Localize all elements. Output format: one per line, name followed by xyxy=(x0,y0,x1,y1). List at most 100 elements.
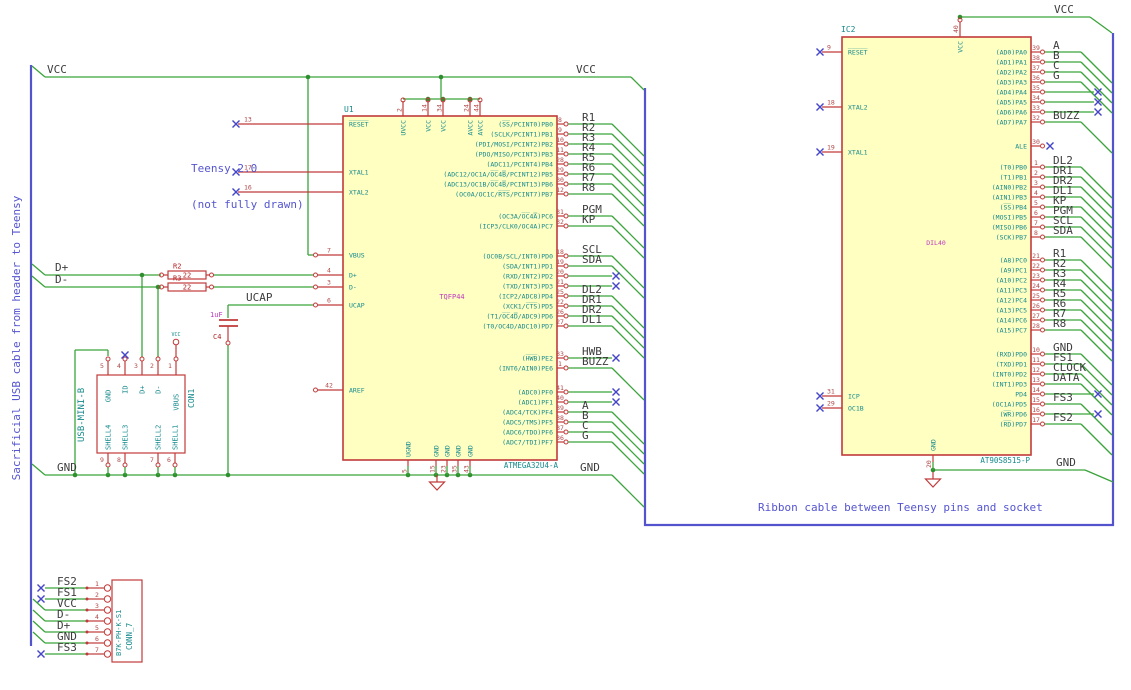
pin-name: (OC0A/OC1C/R̅T̅S̅/PCINT7)PB7 xyxy=(455,189,553,198)
pin-number: 1 xyxy=(95,580,99,588)
pin-number: 26 xyxy=(556,308,564,316)
resistor-value: 22 xyxy=(183,284,191,292)
pin-name: AREF xyxy=(349,386,365,394)
net-label-DL1[interactable]: DL1 xyxy=(582,313,602,326)
pin-name: ICP xyxy=(848,392,860,400)
pin-name: (A9)PC1 xyxy=(1000,266,1027,274)
note-teensy: Teensy 2.0 (not fully drawn) xyxy=(191,139,304,235)
u1-part: ATMEGA32U4-A xyxy=(504,461,559,470)
pin-name: (PDO/MISO/PCINT3)PB3 xyxy=(475,150,553,158)
pin-end-circle xyxy=(563,213,569,219)
pin-name: (PDI/MOSI/PCINT2)PB2 xyxy=(475,140,553,148)
net-label-GND[interactable]: GND xyxy=(1056,456,1076,469)
pin-name: R̅E̅S̅E̅T̅ xyxy=(848,47,868,56)
schematic-drawing[interactable]: U1TQFP44ATMEGA32U4-A13R̅E̅S̅E̅T̅17XTAL11… xyxy=(0,0,1131,690)
usb-ref: CON1 xyxy=(187,389,196,408)
net-label-VCC[interactable]: VCC xyxy=(47,63,67,76)
conn7-ref: CONN_7 xyxy=(125,623,134,650)
pin-end-circle xyxy=(1040,184,1045,190)
pin-name: (ADC5/TMS)PF5 xyxy=(502,418,553,426)
pin-number: 26 xyxy=(1032,302,1040,310)
pin-name: VBUS xyxy=(173,394,181,411)
pin-name: GND xyxy=(105,390,113,403)
gnd-symbol-icon xyxy=(428,481,446,491)
pin-name: (ICP3/CLK0/OC4A)PC7 xyxy=(479,222,553,230)
pin-number: 24 xyxy=(463,104,471,112)
wire xyxy=(611,295,645,329)
net-label-KP[interactable]: KP xyxy=(582,213,596,226)
pin-number: 4 xyxy=(117,362,121,370)
pin-end-circle xyxy=(1040,411,1045,417)
pin-number: 7 xyxy=(327,247,331,255)
pin-name: (XCK1/C̅T̅S̅)PD5 xyxy=(502,301,553,310)
schematic-canvas[interactable]: U1 TQFP44 ATMEGA32U4-A 13 R̅E̅S̅E̅T̅ 17 XTAL1 1… xyxy=(0,0,1131,690)
pin-number: 7 xyxy=(95,646,99,654)
pin-end-circle xyxy=(563,121,569,127)
pin-end-circle xyxy=(1040,307,1045,313)
pin-name: (INT6/AIN0)PE6 xyxy=(498,364,553,372)
pin-name: (A13)PC5 xyxy=(996,306,1027,314)
pin-end-circle xyxy=(563,323,569,329)
pin-end-circle xyxy=(155,462,161,468)
junction-dot xyxy=(438,74,444,80)
net-label-FS2[interactable]: FS2 xyxy=(1053,411,1073,424)
pin-number: 33 xyxy=(556,350,564,358)
pin-end-circle xyxy=(1040,49,1045,55)
net-label-D-[interactable]: D- xyxy=(55,273,68,286)
net-label-FS3[interactable]: FS3 xyxy=(57,641,77,654)
pin-name: D- xyxy=(349,283,357,291)
pin-number: 21 xyxy=(556,278,564,286)
wire xyxy=(611,305,645,339)
pin-number: 9 xyxy=(100,456,104,464)
net-label-SDA[interactable]: SDA xyxy=(1053,224,1073,237)
net-label-SDA[interactable]: SDA xyxy=(582,253,602,266)
wire xyxy=(31,275,46,288)
vcc-flag-label: VCC xyxy=(171,332,180,338)
net-label-DATA[interactable]: DATA xyxy=(1053,371,1080,384)
wire xyxy=(611,441,645,475)
net-label-R8[interactable]: R8 xyxy=(1053,317,1066,330)
pin-number: 6 xyxy=(1034,209,1038,217)
pin-number: 17 xyxy=(1032,416,1040,424)
net-label-UCAP[interactable]: UCAP xyxy=(246,291,273,304)
pin-name: ALE xyxy=(1015,142,1027,150)
net-label-GND[interactable]: GND xyxy=(57,461,77,474)
pin-end-circle xyxy=(1040,297,1045,303)
wire xyxy=(611,163,645,197)
net-label-BUZZ[interactable]: BUZZ xyxy=(1053,109,1080,122)
net-label-R8[interactable]: R8 xyxy=(582,181,595,194)
pin-name: (RXD/INT2)PD2 xyxy=(502,272,553,280)
pin-number: 38 xyxy=(556,414,564,422)
ic2-footprint: DIL40 xyxy=(926,239,946,247)
pin-name: (A14)PC6 xyxy=(996,316,1027,324)
pin-number: 36 xyxy=(556,434,564,442)
pin-name: (ICP2/ADC8)PD4 xyxy=(498,292,553,300)
u1-ref: U1 xyxy=(344,105,354,114)
pin-name: SHELL3 xyxy=(122,425,130,450)
pin-name: (TXD)PD1 xyxy=(996,360,1027,368)
pin-name: (RXD)PD0 xyxy=(996,350,1027,358)
pin-number: 42 xyxy=(325,382,333,390)
pin-name: (OC0B/SCL/INT0)PD0 xyxy=(483,252,554,260)
pin-number: 11 xyxy=(556,146,564,154)
net-label-VCC[interactable]: VCC xyxy=(1054,3,1074,16)
wire xyxy=(630,76,645,91)
net-label-G[interactable]: G xyxy=(582,429,589,442)
note-teensy-line1: Teensy 2.0 xyxy=(191,162,258,175)
resistor-ref: R2 xyxy=(173,263,181,271)
net-label-VCC[interactable]: VCC xyxy=(576,63,596,76)
pin-name: AVCC xyxy=(477,120,485,136)
pin-name: D- xyxy=(155,385,163,393)
pin-number: 19 xyxy=(827,144,835,152)
net-label-BUZZ[interactable]: BUZZ xyxy=(582,355,609,368)
pin-name: GND xyxy=(930,439,938,451)
net-label-G[interactable]: G xyxy=(1053,69,1060,82)
net-label-FS3[interactable]: FS3 xyxy=(1053,391,1073,404)
wire xyxy=(611,325,645,359)
pin-end-circle xyxy=(1040,277,1045,283)
pin-end-circle xyxy=(1040,59,1045,65)
pin-name: (ADC7/TDI)PF7 xyxy=(502,438,553,446)
net-label-GND[interactable]: GND xyxy=(580,461,600,474)
pin-number: 38 xyxy=(1032,54,1040,62)
pin-name: (MOSI)PB5 xyxy=(992,213,1027,221)
